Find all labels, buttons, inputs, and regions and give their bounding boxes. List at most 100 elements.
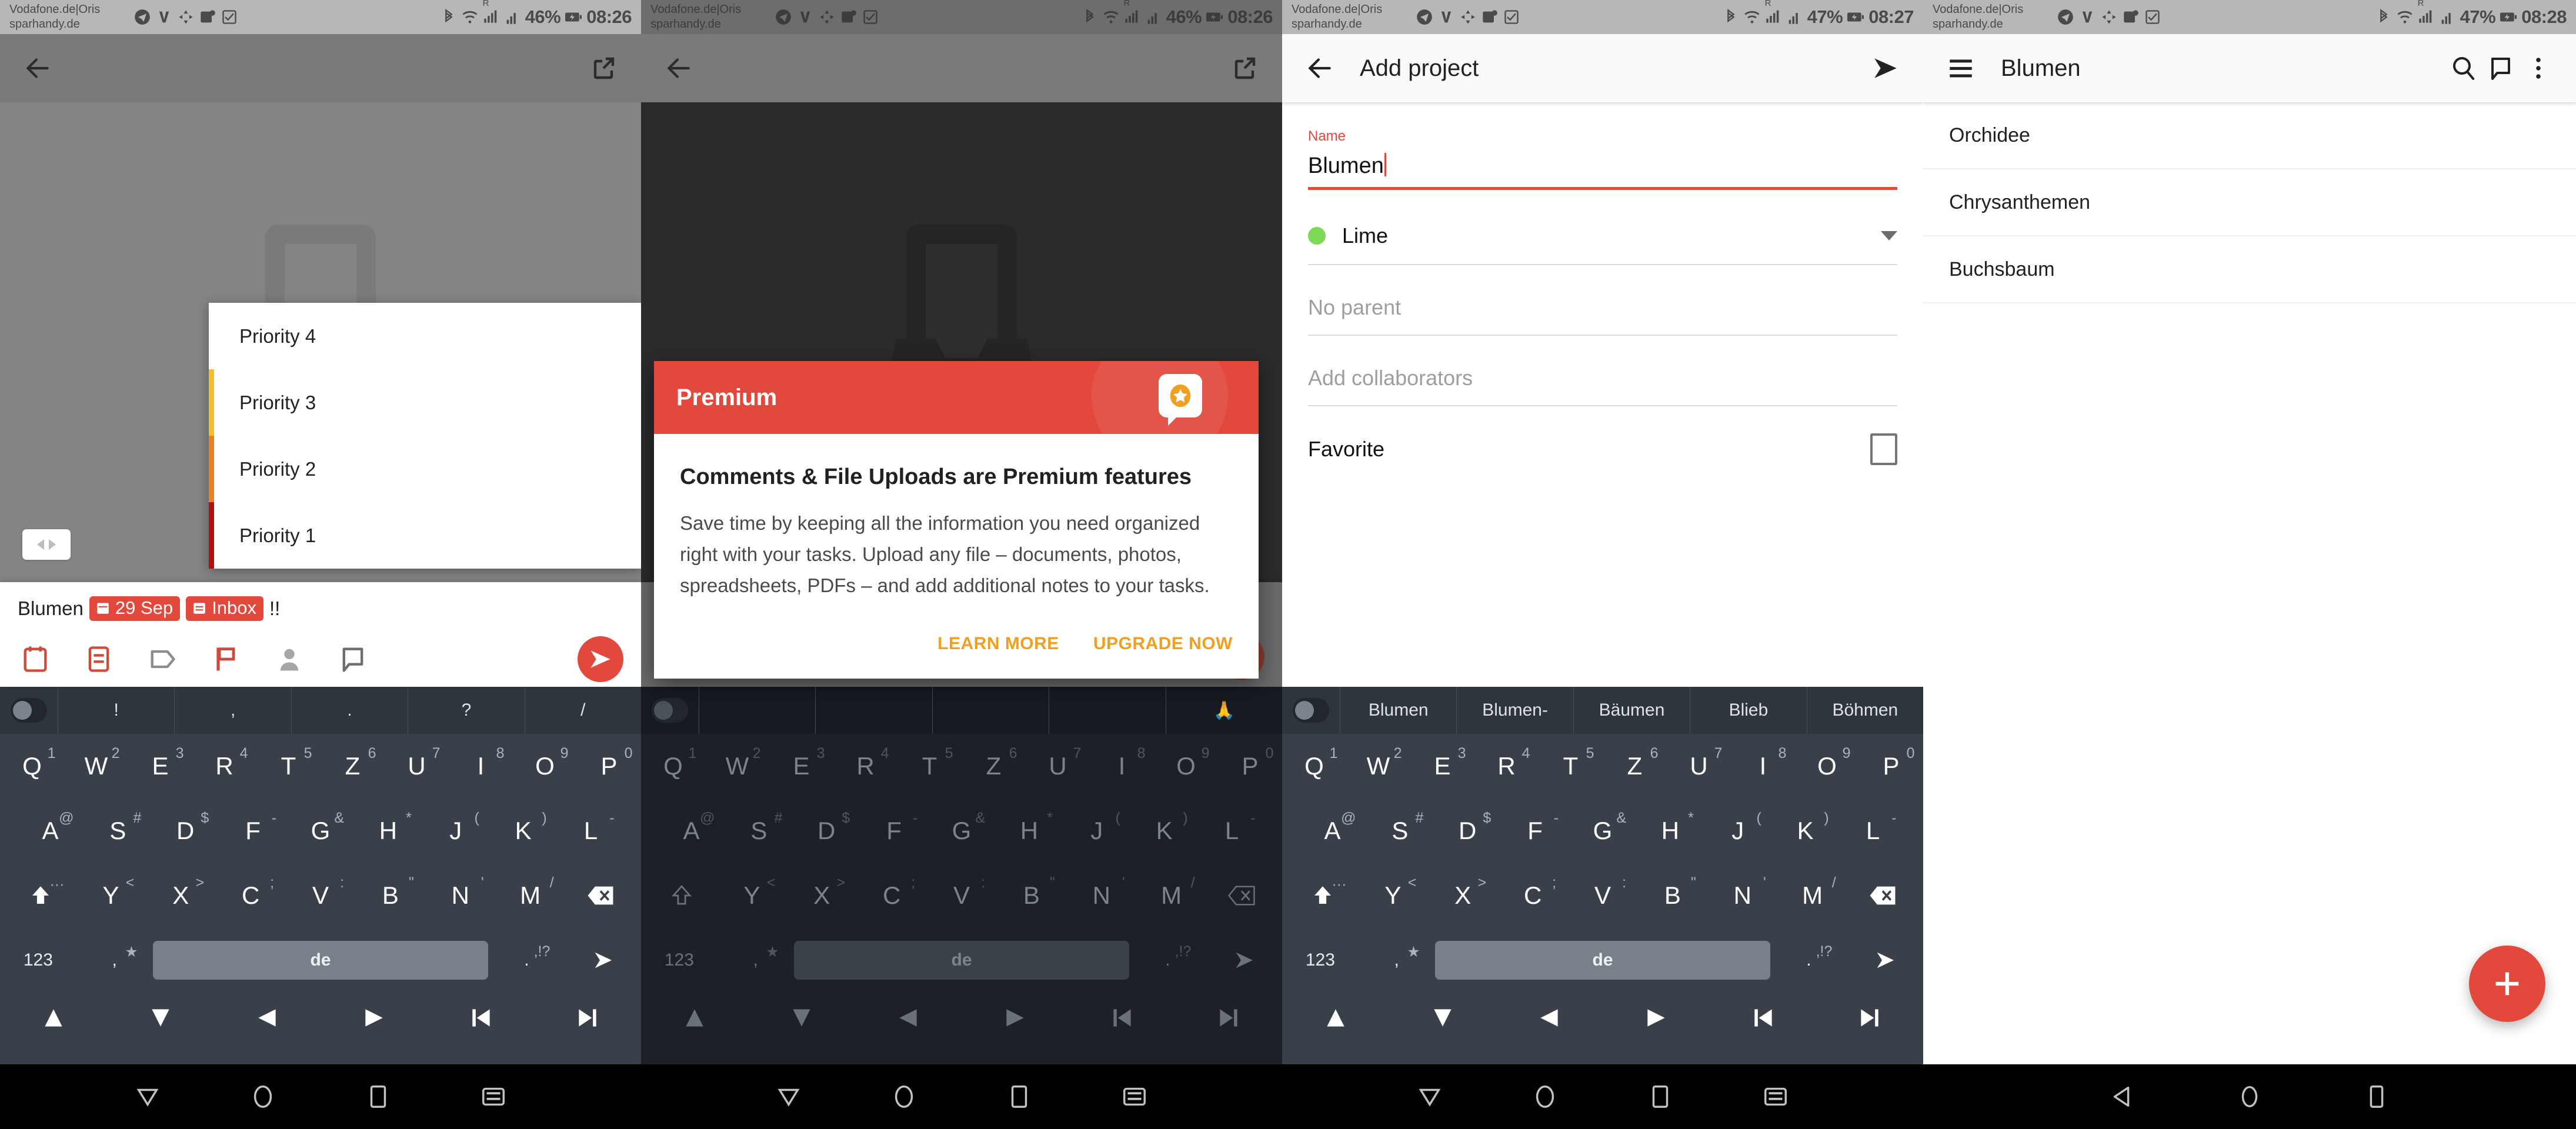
key-A[interactable]: @ A: [16, 810, 84, 845]
color-select[interactable]: Lime: [1308, 208, 1897, 264]
key-period[interactable]: ,!?.: [488, 943, 565, 970]
back-button[interactable]: [19, 49, 56, 87]
suggestion-item[interactable]: [699, 687, 815, 734]
nav-home[interactable]: [428, 1005, 535, 1031]
circle-home-icon[interactable]: [249, 1083, 276, 1110]
keyboard-toggle[interactable]: [1293, 698, 1329, 723]
key-shift[interactable]: ···: [1288, 876, 1358, 908]
key-O[interactable]: 9O: [1795, 745, 1859, 780]
comment-icon[interactable]: [338, 644, 368, 674]
triangle-back-icon[interactable]: [134, 1083, 161, 1110]
key-D[interactable]: $ D: [1434, 810, 1501, 845]
circle-home-icon[interactable]: [1531, 1083, 1559, 1110]
key-enter[interactable]: [1847, 948, 1923, 972]
send-button[interactable]: [578, 636, 623, 682]
key-T[interactable]: 5T: [897, 745, 962, 780]
comment-button[interactable]: [2482, 49, 2520, 87]
key-L[interactable]: -L: [557, 810, 625, 845]
key-Z[interactable]: 6Z: [1603, 745, 1667, 780]
key-period[interactable]: ,!?.: [1129, 943, 1206, 970]
key-enter[interactable]: [565, 948, 641, 972]
key-X[interactable]: > X: [787, 874, 857, 910]
key-space[interactable]: de: [1434, 941, 1771, 980]
key-U[interactable]: 7U: [1667, 745, 1731, 780]
key-comma[interactable]: ★,: [76, 944, 153, 970]
key-V[interactable]: :V: [286, 874, 356, 910]
hide-keyboard-icon[interactable]: [1762, 1083, 1789, 1110]
key-numbers[interactable]: 123: [641, 950, 718, 970]
key-I[interactable]: 8I: [1731, 745, 1795, 780]
key-I[interactable]: 8I: [449, 745, 513, 780]
key-K[interactable]: ) K: [489, 810, 557, 845]
key-K[interactable]: ) K: [1771, 810, 1839, 845]
key-Y[interactable]: < Y: [1358, 874, 1428, 910]
key-S[interactable]: # S: [1366, 810, 1434, 845]
key-G[interactable]: & G: [1569, 810, 1637, 845]
key-Z[interactable]: 6Z: [321, 745, 385, 780]
key-T[interactable]: 5T: [256, 745, 321, 780]
date-chip[interactable]: 29 Sep: [89, 596, 181, 621]
search-button[interactable]: [2444, 49, 2482, 87]
square-recents-icon[interactable]: [365, 1083, 392, 1110]
key-U[interactable]: 7U: [385, 745, 449, 780]
key-C[interactable]: ; C: [1498, 874, 1568, 910]
key-R[interactable]: 4R: [192, 745, 256, 780]
nav-right[interactable]: [962, 1005, 1069, 1031]
key-X[interactable]: > X: [1428, 874, 1498, 910]
key-H[interactable]: * H: [995, 810, 1063, 845]
nav-right[interactable]: [1603, 1005, 1710, 1031]
back-button[interactable]: [1301, 49, 1339, 87]
suggestion-item[interactable]: Blumen: [1340, 687, 1456, 734]
priority-option[interactable]: Priority 4: [209, 303, 641, 369]
label-icon[interactable]: [147, 644, 178, 674]
key-D[interactable]: $ D: [793, 810, 860, 845]
nav-left[interactable]: [1496, 1005, 1603, 1031]
key-U[interactable]: 7U: [1026, 745, 1090, 780]
priority-option[interactable]: Priority 2: [209, 436, 641, 502]
key-F[interactable]: -F: [860, 810, 928, 845]
key-L[interactable]: -L: [1198, 810, 1266, 845]
key-backspace[interactable]: [1847, 886, 1917, 906]
key-comma[interactable]: ★,: [1359, 944, 1435, 970]
hide-keyboard-icon[interactable]: [480, 1083, 507, 1110]
priority-option[interactable]: Priority 1: [209, 502, 641, 569]
key-space[interactable]: de: [793, 941, 1130, 980]
priority-option[interactable]: Priority 3: [209, 369, 641, 436]
suggestion-item[interactable]: .: [291, 687, 408, 734]
key-N[interactable]: ' N: [425, 874, 495, 910]
list-item[interactable]: Orchidee: [1923, 102, 2576, 169]
suggestion-item[interactable]: Böhmen: [1806, 687, 1923, 734]
key-T[interactable]: 5T: [1539, 745, 1603, 780]
key-E[interactable]: 3E: [128, 745, 192, 780]
key-P[interactable]: 0P: [1218, 745, 1282, 780]
key-backspace[interactable]: [1206, 886, 1276, 906]
key-M[interactable]: / M: [495, 874, 565, 910]
key-G[interactable]: & G: [928, 810, 996, 845]
square-recents-icon[interactable]: [1006, 1083, 1033, 1110]
key-shift[interactable]: ···: [6, 876, 76, 908]
suggestion-item[interactable]: Blumen-: [1456, 687, 1573, 734]
upgrade-now-button[interactable]: UPGRADE NOW: [1093, 634, 1233, 654]
square-recents-icon[interactable]: [1647, 1083, 1674, 1110]
key-numbers[interactable]: 123: [1282, 950, 1359, 970]
suggestion-item[interactable]: ,: [174, 687, 291, 734]
key-G[interactable]: & G: [287, 810, 355, 845]
suggestion-item[interactable]: Bäumen: [1573, 687, 1690, 734]
nav-down[interactable]: [1389, 1005, 1496, 1031]
suggestion-item-emoji[interactable]: 🙏: [1165, 687, 1282, 734]
key-I[interactable]: 8I: [1090, 745, 1154, 780]
list-item[interactable]: Chrysanthemen: [1923, 169, 2576, 236]
key-Y[interactable]: < Y: [76, 874, 146, 910]
key-V[interactable]: :V: [927, 874, 997, 910]
project-chip[interactable]: Inbox: [186, 596, 263, 621]
key-V[interactable]: :V: [1568, 874, 1638, 910]
key-J[interactable]: (J: [1704, 810, 1771, 845]
key-S[interactable]: # S: [84, 810, 152, 845]
project-icon[interactable]: [84, 644, 114, 674]
key-W[interactable]: 2W: [705, 745, 769, 780]
open-external-button[interactable]: [585, 49, 622, 87]
list-item[interactable]: Buchsbaum: [1923, 236, 2576, 303]
key-N[interactable]: ' N: [1707, 874, 1777, 910]
key-comma[interactable]: ★,: [718, 944, 794, 970]
nav-home[interactable]: [1069, 1005, 1176, 1031]
